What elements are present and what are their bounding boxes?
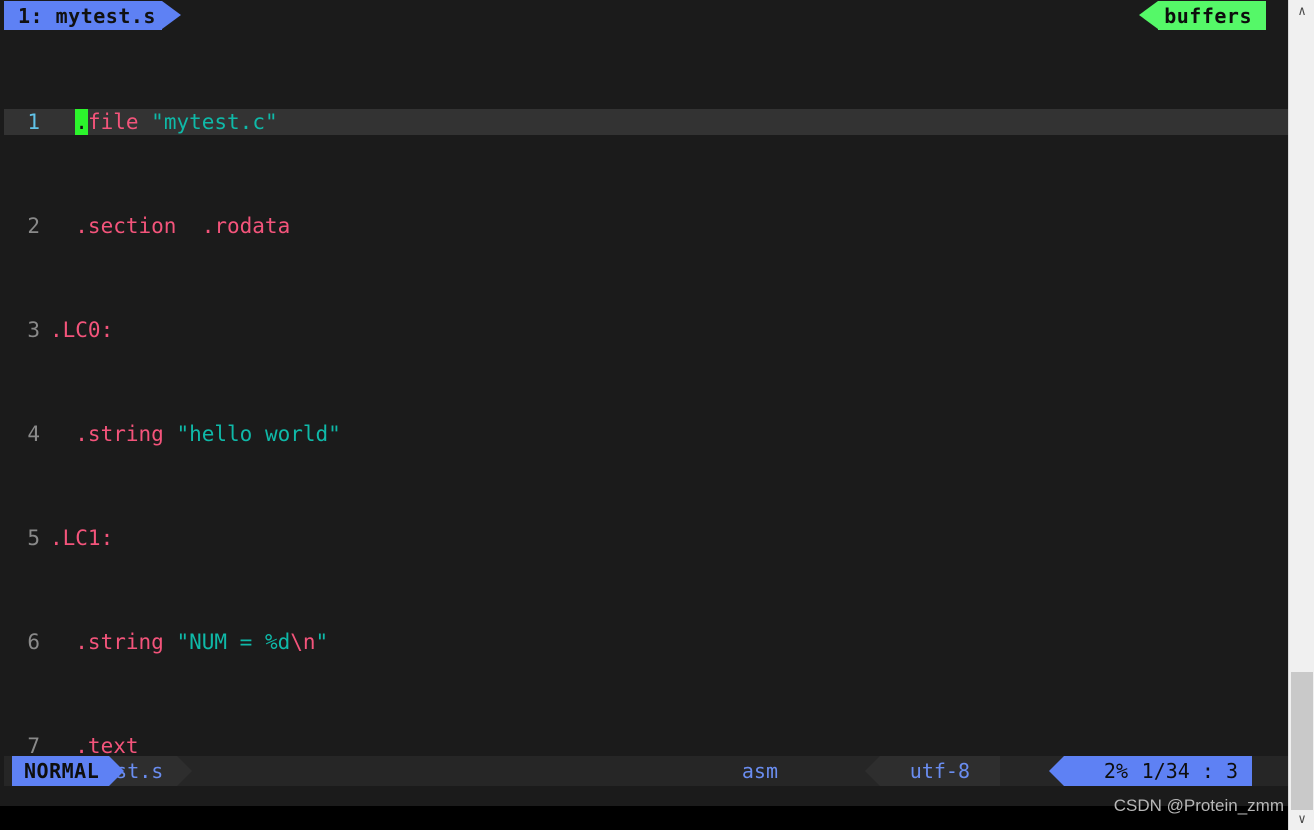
- code-line[interactable]: 5 .LC1:: [4, 525, 1288, 551]
- tabline: 1: mytest.s buffers: [4, 0, 1288, 31]
- position-notch-icon: [1049, 756, 1064, 786]
- line-number: 1: [27, 110, 40, 134]
- code-line[interactable]: 3 .LC0:: [4, 317, 1288, 343]
- line1-string: "mytest.c": [138, 110, 278, 134]
- line7-directive: .text: [50, 734, 139, 758]
- mode-arrow-icon: [109, 756, 125, 786]
- line-content: .LC0:: [50, 317, 113, 343]
- line-content: .section .rodata: [50, 213, 290, 239]
- line5-label: .LC1:: [50, 526, 114, 550]
- line6-directive: .string: [50, 630, 177, 654]
- line6-escape: \n: [290, 630, 316, 654]
- statusline-mode-segment[interactable]: NORMAL: [12, 756, 125, 786]
- terminal-window: 1: mytest.s buffers 1 .file "mytest.c" 2…: [0, 0, 1288, 806]
- line6-string: "NUM = %d: [176, 630, 291, 654]
- line2-directive: .section .rodata: [50, 214, 291, 238]
- statusline-encoding: utf-8: [909, 759, 970, 783]
- line-number: 4: [27, 422, 40, 446]
- buffers-arrow-icon: [1139, 1, 1159, 29]
- line-content: .LC1:: [50, 525, 113, 551]
- line6-string-end: ": [315, 630, 329, 654]
- code-line[interactable]: 1 .file "mytest.c": [4, 109, 1288, 135]
- statusline-filetype-segment[interactable]: asm: [742, 756, 778, 786]
- line1-indent: [50, 110, 75, 134]
- line-content: .string "hello world": [50, 421, 341, 447]
- buffers-label: buffers: [1164, 3, 1252, 28]
- statusline-position-segment[interactable]: 2% 1/34 : 3: [1049, 756, 1252, 786]
- code-line[interactable]: 4 .string "hello world": [4, 421, 1288, 447]
- line4-directive: .string: [50, 422, 177, 446]
- line-content: .string "NUM = %d\n": [50, 629, 328, 655]
- code-area[interactable]: 1 .file "mytest.c" 2 .section .rodata 3 …: [4, 31, 1288, 758]
- file-segment-arrow-icon: [177, 756, 193, 786]
- encoding-notch-icon: [864, 756, 880, 786]
- scroll-down-arrow-icon[interactable]: ∨: [1289, 808, 1314, 830]
- buffers-indicator[interactable]: buffers: [1139, 1, 1266, 30]
- tab-mytest-s[interactable]: 1: mytest.s: [4, 1, 181, 30]
- tab-label: 1: mytest.s: [18, 3, 156, 28]
- watermark: CSDN @Protein_zmm: [1113, 796, 1284, 815]
- line-number: 3: [27, 318, 40, 342]
- cursor-block: .: [75, 109, 88, 135]
- line-number: 2: [27, 214, 40, 238]
- scrollbar-thumb[interactable]: [1291, 672, 1313, 810]
- screen: 1: mytest.s buffers 1 .file "mytest.c" 2…: [0, 0, 1314, 830]
- line-number: 5: [27, 526, 40, 550]
- line4-string: "hello world": [176, 422, 341, 446]
- line1-directive: file: [87, 110, 139, 134]
- tab-arrow-icon: [161, 1, 181, 29]
- line3-label: .LC0:: [50, 318, 114, 342]
- line-number: 6: [27, 630, 40, 654]
- line-content: .file "mytest.c": [50, 109, 278, 135]
- code-line[interactable]: 6 .string "NUM = %d\n": [4, 629, 1288, 655]
- scroll-up-arrow-icon[interactable]: ∧: [1289, 0, 1314, 22]
- statusline: mytest.s NORMAL asm utf-8 2% 1/34 : 3: [4, 756, 1288, 786]
- page-scrollbar[interactable]: ∧ ∨: [1288, 0, 1314, 830]
- code-line[interactable]: 2 .section .rodata: [4, 213, 1288, 239]
- statusline-filetype: asm: [741, 759, 778, 783]
- statusline-percent: 2%: [1103, 759, 1128, 783]
- statusline-line-col: 1/34 : 3: [1141, 759, 1238, 783]
- statusline-mode-label: NORMAL: [24, 759, 100, 783]
- statusline-encoding-segment[interactable]: utf-8: [864, 756, 1000, 786]
